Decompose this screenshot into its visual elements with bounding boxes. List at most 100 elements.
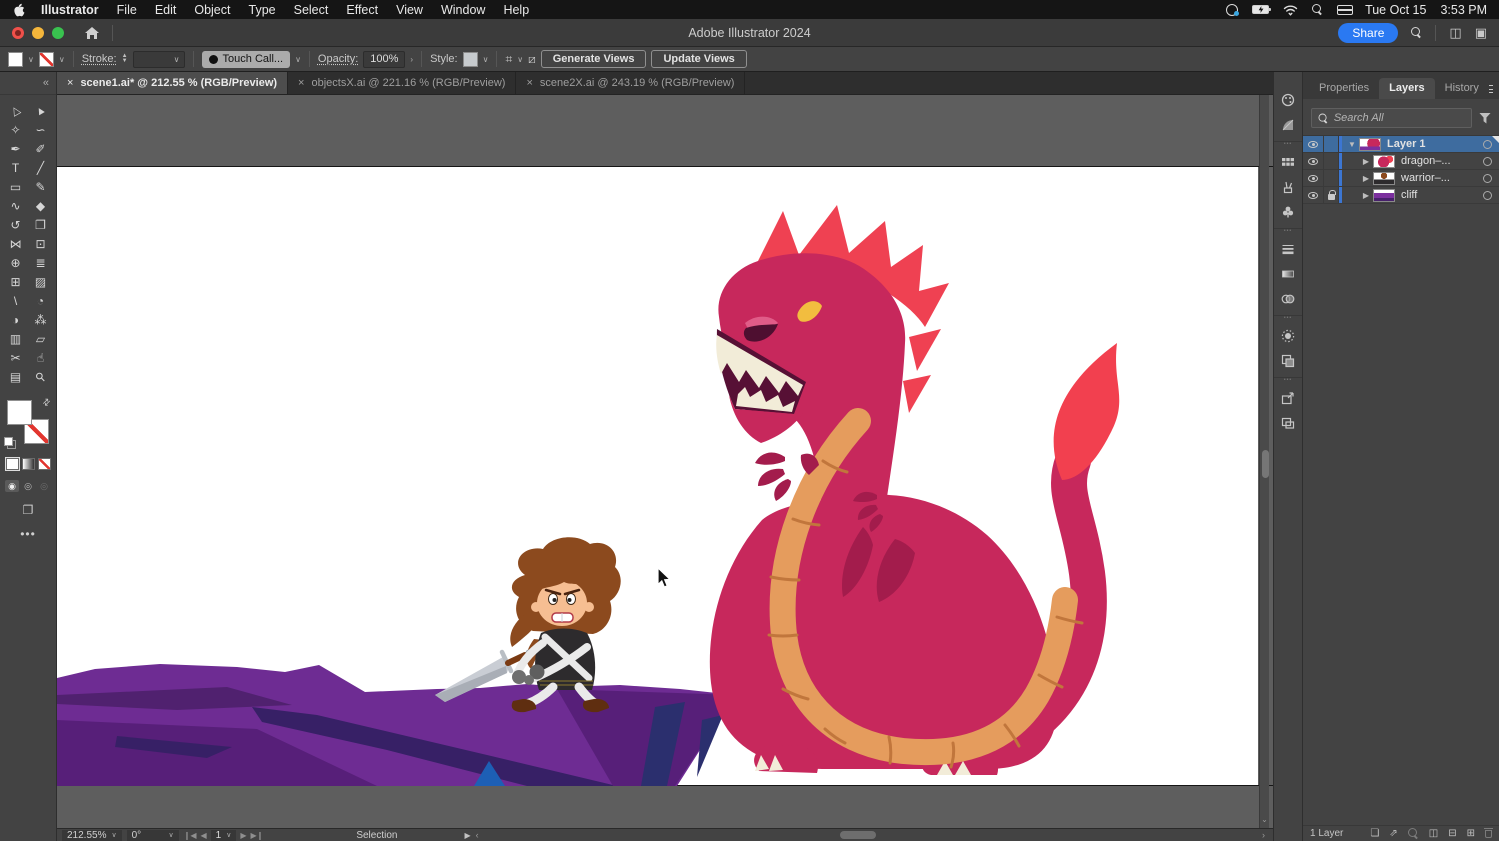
slice-tool[interactable]: ✂ (3, 348, 28, 367)
zoom-level-select[interactable]: 212.55% ∨ (62, 829, 122, 841)
artboard-tool[interactable]: ▱ (28, 329, 53, 348)
isolate-object-icon[interactable]: ⧄ (528, 52, 536, 67)
workspace-switcher-icon[interactable]: ◫ (1449, 25, 1461, 41)
target-circle-icon[interactable] (1483, 173, 1492, 183)
stroke-dropdown-icon[interactable]: ∨ (59, 55, 65, 64)
rotation-select[interactable]: 0° ∨ (126, 829, 179, 841)
measure-tool[interactable]: ◔ (28, 291, 53, 310)
hand-tool[interactable]: ☝ (28, 348, 53, 367)
status-right-chevron-icon[interactable]: › (1262, 830, 1265, 840)
stroke-weight-label[interactable]: Stroke: (82, 53, 117, 65)
menu-item-file[interactable]: File (117, 3, 137, 17)
change-screen-mode-icon[interactable]: ❐ (23, 503, 34, 517)
lock-toggle[interactable] (1324, 153, 1339, 169)
width-tool[interactable]: ⋈ (3, 234, 28, 253)
stroke-weight-combo[interactable]: ∨ (132, 50, 185, 68)
layer-thumbnail[interactable] (1373, 171, 1395, 185)
document-tab-2[interactable]: × objectsX.ai @ 221.16 % (RGB/Preview) (288, 72, 517, 94)
appearance-panel-icon[interactable] (1275, 323, 1301, 348)
draw-inside-icon[interactable]: ◎ (37, 480, 51, 492)
rotate-tool[interactable]: ↺ (3, 215, 28, 234)
previous-artboard-button[interactable]: ◀ (200, 831, 206, 840)
layers-search-field[interactable] (1311, 108, 1472, 128)
battery-icon[interactable] (1252, 5, 1272, 14)
free-transform-tool[interactable]: ⊡ (28, 234, 53, 253)
stroke-weight-stepper[interactable]: ▲ ▼ (122, 53, 128, 64)
layer-thumbnail[interactable] (1373, 188, 1395, 202)
target-circle-icon[interactable] (1483, 190, 1492, 200)
menu-item-object[interactable]: Object (194, 3, 230, 17)
panel-tab-history[interactable]: History (1435, 78, 1489, 99)
lock-toggle[interactable] (1324, 170, 1339, 186)
filter-icon[interactable] (1479, 112, 1491, 124)
scale-tool[interactable]: ❐ (28, 215, 53, 234)
edit-toolbar-icon[interactable]: ••• (20, 527, 36, 541)
first-artboard-button[interactable]: ❙◀ (184, 831, 197, 840)
color-guide-panel-icon[interactable] (1275, 112, 1301, 137)
visibility-toggle[interactable] (1303, 187, 1324, 203)
status-mode-label[interactable]: Selection (356, 830, 397, 841)
visibility-toggle[interactable] (1303, 136, 1324, 152)
line-segment-tool[interactable]: ╱ (28, 158, 53, 177)
gradient-panel-icon[interactable] (1275, 261, 1301, 286)
new-layer-icon[interactable]: ⊞ (1467, 828, 1475, 839)
selection-tool[interactable]: △ (3, 101, 28, 120)
gradient-tool[interactable]: ▨ (28, 272, 53, 291)
brushes-panel-icon[interactable] (1275, 174, 1301, 199)
menu-item-help[interactable]: Help (503, 3, 529, 17)
layer-name[interactable]: dragon–... (1401, 155, 1483, 167)
mesh-tool[interactable]: ⊞ (3, 272, 28, 291)
curvature-tool[interactable]: ✐ (28, 139, 53, 158)
layer-name[interactable]: warrior–... (1401, 172, 1483, 184)
select-similar-dropdown-icon[interactable]: ∨ (517, 55, 523, 64)
close-tab-icon[interactable]: × (67, 77, 73, 89)
graphic-styles-panel-icon[interactable] (1275, 348, 1301, 373)
arrange-documents-icon[interactable]: ▣ (1475, 25, 1487, 41)
lock-toggle[interactable] (1324, 187, 1339, 203)
horizontal-scrollbar-thumb[interactable] (840, 831, 876, 839)
layer-row-warrior[interactable]: ▶ warrior–... (1303, 170, 1499, 187)
select-similar-icon[interactable]: ⌗ (505, 52, 512, 67)
shape-builder-tool[interactable]: ⊕ (3, 253, 28, 272)
delete-layer-icon[interactable] (1484, 828, 1493, 838)
last-artboard-button[interactable]: ▶❙ (250, 831, 263, 840)
symbols-panel-icon[interactable] (1275, 199, 1301, 224)
visibility-toggle[interactable] (1303, 170, 1324, 186)
layer-row-layer-1[interactable]: ▼ Layer 1 (1303, 136, 1499, 153)
vertical-scrollbar[interactable]: ⌄ (1259, 95, 1269, 828)
layer-thumbnail[interactable] (1373, 154, 1395, 168)
fill-swatch[interactable] (7, 400, 32, 425)
print-tiling-tool[interactable]: ▤ (3, 367, 28, 386)
lock-toggle[interactable] (1324, 136, 1339, 152)
search-input[interactable] (1333, 112, 1465, 124)
artboards-panel-icon[interactable] (1275, 410, 1301, 435)
brush-dropdown-icon[interactable]: ∨ (295, 55, 301, 64)
panel-tab-layers[interactable]: Layers (1379, 78, 1435, 99)
pen-tool[interactable]: ✒ (3, 139, 28, 158)
menu-item-type[interactable]: Type (249, 3, 276, 17)
menu-item-view[interactable]: View (396, 3, 423, 17)
menu-item-select[interactable]: Select (294, 3, 329, 17)
close-tab-icon[interactable]: × (526, 77, 532, 89)
next-artboard-button[interactable]: ▶ (240, 831, 246, 840)
status-expand-icon[interactable]: ▶ (464, 831, 470, 840)
expand-chevron-icon[interactable]: ▶ (1359, 191, 1373, 200)
menubar-time[interactable]: 3:53 PM (1440, 3, 1487, 17)
swap-fill-stroke-icon[interactable]: ⇄ (41, 396, 54, 409)
menu-item-effect[interactable]: Effect (346, 3, 378, 17)
make-clipping-mask-icon[interactable]: ◫ (1429, 828, 1438, 839)
collapse-tools-icon[interactable]: « (43, 77, 49, 89)
layer-row-dragon[interactable]: ▶ dragon–... (1303, 153, 1499, 170)
style-dropdown-icon[interactable]: ∨ (483, 55, 489, 64)
symbol-sprayer-tool[interactable]: ⁂ (28, 310, 53, 329)
fill-dropdown-icon[interactable]: ∨ (28, 55, 34, 64)
color-panel-icon[interactable] (1275, 87, 1301, 112)
direct-selection-tool[interactable]: ▲ (28, 101, 53, 120)
target-circle-icon[interactable] (1483, 156, 1492, 166)
collect-for-export-icon[interactable]: ❏ (1370, 828, 1379, 839)
export-panel-icon[interactable] (1275, 385, 1301, 410)
home-icon[interactable] (84, 26, 100, 40)
maximize-window-button[interactable] (52, 26, 64, 39)
eraser-tool[interactable]: ◆ (28, 196, 53, 215)
app-search-icon[interactable] (1411, 27, 1422, 38)
